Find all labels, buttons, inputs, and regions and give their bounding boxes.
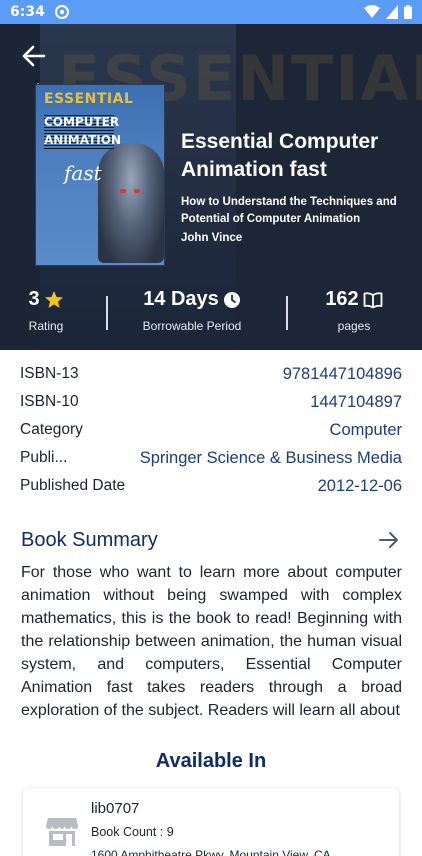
summary-header[interactable]: Book Summary: [21, 526, 401, 554]
summary-title: Book Summary: [21, 528, 158, 551]
book-title: Essential Computer Animation fast: [181, 130, 379, 181]
summary-text: For those who want to learn more about c…: [21, 564, 402, 719]
detail-row-isbn10: ISBN-10 1447104897: [20, 388, 402, 416]
library-book-count: Book Count : 9: [91, 825, 174, 839]
borrow-period-stat: 14 Days Borrowable Period: [130, 288, 254, 333]
available-in-title: Available In: [155, 750, 267, 772]
book-hero: ESSENTIAL ESSENTIAL COMPUTER ANIMATION f…: [0, 24, 422, 350]
isbn13-label: ISBN-13: [20, 365, 79, 382]
stat-divider: [286, 296, 288, 330]
cover-robot-art: [98, 143, 164, 263]
detail-row-published-date: Published Date 2012-12-06: [20, 472, 402, 500]
signal-icon: [386, 5, 398, 19]
pages-value: 162: [325, 288, 359, 310]
battery-icon: [404, 5, 412, 19]
book-details: ISBN-13 9781447104896 ISBN-10 1447104897…: [20, 360, 402, 500]
rating-label: Rating: [28, 319, 64, 333]
publisher-label: Publi...: [20, 449, 68, 466]
published-date-label: Published Date: [20, 477, 126, 494]
published-date-value: 2012-12-06: [317, 476, 402, 495]
status-time: 6:34: [10, 4, 45, 20]
cover-subtitle: COMPUTER ANIMATION: [44, 113, 121, 149]
book-cover-image: ESSENTIAL COMPUTER ANIMATION fast: [35, 84, 165, 266]
library-name: lib0707: [91, 800, 140, 817]
back-arrow-icon[interactable]: [18, 40, 50, 72]
rating-stat: 3 Rating: [18, 288, 74, 333]
pages-label: pages: [337, 319, 371, 333]
isbn10-value: 1447104897: [310, 392, 402, 411]
status-icons: [364, 5, 412, 19]
isbn10-label: ISBN-10: [20, 393, 79, 410]
library-card[interactable]: lib0707 Book Count : 9 1600 Amphitheatre…: [23, 788, 399, 856]
isbn13-value: 9781447104896: [282, 364, 402, 383]
cover-robot-eye: [134, 189, 140, 193]
store-icon: [46, 818, 78, 846]
detail-row-isbn13: ISBN-13 9781447104896: [20, 360, 402, 388]
detail-row-publisher: Publi... Springer Science & Business Med…: [20, 444, 402, 472]
category-value: Computer: [329, 420, 402, 439]
book-author: John Vince: [181, 232, 243, 244]
star-icon: [44, 290, 63, 308]
arrow-right-icon[interactable]: [377, 528, 401, 552]
category-label: Category: [20, 421, 83, 438]
cover-fast-word: fast: [64, 161, 102, 185]
cover-robot-eye: [120, 189, 126, 193]
sync-icon: [54, 5, 69, 19]
wifi-icon: [364, 5, 380, 18]
publisher-value: Springer Science & Business Media: [139, 448, 402, 467]
period-label: Borrowable Period: [142, 319, 242, 333]
rating-value: 3: [28, 288, 40, 310]
book-subtitle: How to Understand the Techniques and Pot…: [181, 196, 397, 225]
stat-divider: [106, 296, 108, 330]
detail-row-category: Category Computer: [20, 416, 402, 444]
clock-icon: [223, 291, 240, 308]
cover-title: ESSENTIAL: [44, 91, 134, 107]
period-value: 14 Days: [143, 288, 219, 310]
status-bar: 6:34: [0, 0, 422, 24]
library-address: 1600 Amphitheatre Pkwy, Mountain View, C…: [91, 848, 331, 856]
open-book-icon: [363, 291, 383, 308]
pages-stat: 162 pages: [314, 288, 394, 333]
book-stats: 3 Rating 14 Days Borrowable Period 162 p…: [0, 288, 422, 348]
